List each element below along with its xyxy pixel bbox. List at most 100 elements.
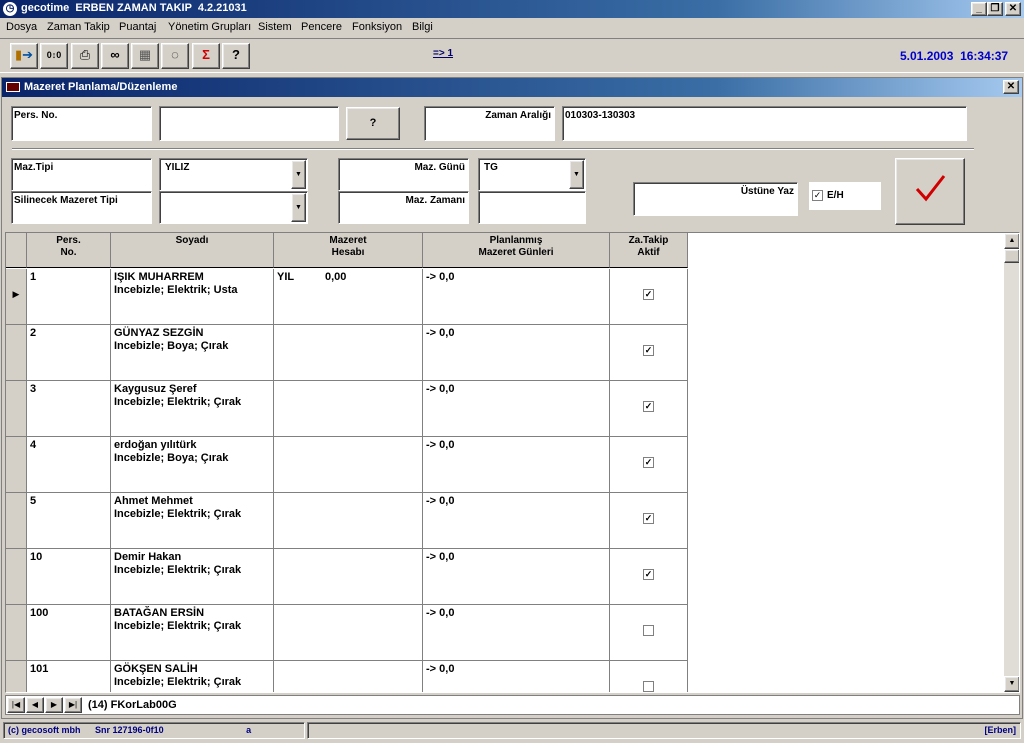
active-checkbox[interactable]: ✓ xyxy=(643,513,654,524)
col-mazeret-hesabi[interactable]: Mazeret Hesabı xyxy=(274,233,423,268)
pers-no-box[interactable]: Pers. No. xyxy=(11,106,152,141)
chat-bubble-icon[interactable]: ◌ xyxy=(161,43,189,69)
active-checkbox[interactable]: ✓ xyxy=(643,401,654,412)
close-button[interactable]: ✕ xyxy=(1005,2,1021,16)
table-row[interactable]: 101 GÖKŞEN SALİH Incebizle; Elektrik; Çıra… xyxy=(6,661,689,692)
compare-icon[interactable]: 0↕0 xyxy=(40,43,68,69)
cell-active: ✓ xyxy=(610,325,688,381)
cell-pers-no: 5 xyxy=(27,493,111,549)
table-row[interactable]: 3 Kaygusuz Şeref Incebizle; Elektrik; Çıra… xyxy=(6,381,689,437)
cell-planned: -> 0,0 xyxy=(423,549,610,605)
row-indicator[interactable] xyxy=(6,661,27,692)
table-row[interactable]: 100 BATAĞAN ERSİN Incebizle; Elektrik; Çır… xyxy=(6,605,689,661)
time: 16:34:37 xyxy=(960,49,1009,63)
cell-mazeret-hesabi xyxy=(274,325,423,381)
chevron-down-icon[interactable]: ▼ xyxy=(291,160,306,189)
checkmark-icon xyxy=(915,175,946,202)
table-row[interactable]: 4 erdoğan yılıtürk Incebizle; Boya; Çırak -… xyxy=(6,437,689,493)
restore-button[interactable]: ❐ xyxy=(987,2,1003,16)
row-indicator[interactable] xyxy=(6,549,27,605)
row-indicator[interactable] xyxy=(6,493,27,549)
chevron-down-icon[interactable]: ▼ xyxy=(569,160,584,189)
prev-record-icon[interactable]: ◀ xyxy=(26,697,44,713)
employee-detail: Incebizle; Boya; Çırak xyxy=(114,452,229,464)
minimize-button[interactable]: _ xyxy=(971,2,987,16)
col-za-takip-aktif[interactable]: Za.Takip Aktif xyxy=(610,233,688,268)
cell-pers-no: 4 xyxy=(27,437,111,493)
exit-icon[interactable]: ▮➔ xyxy=(10,43,38,69)
form-close-button[interactable]: ✕ xyxy=(1003,80,1019,94)
row-indicator[interactable] xyxy=(6,325,27,381)
printer-icon[interactable]: ⎙ xyxy=(71,43,99,69)
cell-soyadi: Ahmet Mehmet Incebizle; Elektrik; Çırak xyxy=(111,493,274,549)
help-icon[interactable]: ? xyxy=(222,43,250,69)
col-pers-no[interactable]: Pers. No. xyxy=(27,233,111,268)
active-checkbox[interactable]: ✓ xyxy=(643,569,654,580)
eh-checkbox-box[interactable]: ✓ E/H xyxy=(809,182,881,210)
table-row[interactable]: ▶ 1 IŞIK MUHARREM Incebizle; Elektrik; Usta… xyxy=(6,269,689,325)
zaman-araligi-label: Zaman Aralığı xyxy=(485,110,551,121)
grid-corner xyxy=(6,233,27,268)
cell-planned: -> 0,0 xyxy=(423,605,610,661)
silinecek-select[interactable]: ▼ xyxy=(159,191,308,224)
table-row[interactable]: 2 GÜNYAZ SEZGİN Incebizle; Boya; Çırak -> 0… xyxy=(6,325,689,381)
apply-button[interactable] xyxy=(895,158,965,225)
row-indicator[interactable] xyxy=(6,437,27,493)
mode-indicator: a xyxy=(246,725,252,735)
menu-puantaj[interactable]: Puantaj xyxy=(119,21,156,33)
table-row[interactable]: 5 Ahmet Mehmet Incebizle; Elektrik; Çırak -… xyxy=(6,493,689,549)
row-indicator[interactable]: ▶ xyxy=(6,269,27,325)
chevron-down-icon[interactable]: ▼ xyxy=(291,193,306,222)
eh-checkbox[interactable]: ✓ xyxy=(812,190,823,201)
cell-mazeret-hesabi: YIL 0,00 xyxy=(274,269,423,325)
vertical-scrollbar[interactable]: ▲ ▼ xyxy=(1004,233,1019,692)
silinecek-label: Silinecek Mazeret Tipi xyxy=(14,195,118,206)
active-checkbox[interactable] xyxy=(643,625,654,636)
scroll-down-icon[interactable]: ▼ xyxy=(1004,676,1019,692)
row-indicator[interactable] xyxy=(6,381,27,437)
employee-name: BATAĞAN ERSİN xyxy=(114,607,205,619)
maz-gunu-label-box: Maz. Günü xyxy=(338,158,469,191)
col-planlanmis[interactable]: Planlanmış Mazeret Günleri xyxy=(423,233,610,268)
menu-pencere[interactable]: Pencere xyxy=(301,21,342,33)
maz-tipi-select[interactable]: YILIZ ▼ xyxy=(159,158,308,191)
menu-dosya[interactable]: Dosya xyxy=(6,21,37,33)
col-soyadi[interactable]: Soyadı xyxy=(111,233,274,268)
cell-active: ✓ xyxy=(610,493,688,549)
chart-icon[interactable]: ▦ xyxy=(131,43,159,69)
lookup-button[interactable]: ? xyxy=(346,107,400,140)
active-checkbox[interactable] xyxy=(643,681,654,692)
scroll-up-icon[interactable]: ▲ xyxy=(1004,233,1019,249)
zaman-araligi-field[interactable]: 010303-130303 xyxy=(562,106,967,141)
binoculars-icon[interactable]: ∞ xyxy=(101,43,129,69)
cell-mazeret-hesabi xyxy=(274,549,423,605)
menu-zaman-takip[interactable]: Zaman Takip xyxy=(47,21,110,33)
menu-yonetim-gruplari[interactable]: Yönetim Grupları xyxy=(168,21,251,33)
menu-sistem[interactable]: Sistem xyxy=(258,21,292,33)
maz-gunu-select[interactable]: TG ▼ xyxy=(478,158,586,191)
scroll-thumb[interactable] xyxy=(1004,249,1019,263)
maz-zamani-field[interactable] xyxy=(478,191,586,224)
record-count-value: (14) xyxy=(88,699,108,711)
cell-mazeret-hesabi xyxy=(274,381,423,437)
last-record-icon[interactable]: ▶| xyxy=(64,697,82,713)
sigma-icon[interactable]: Σ xyxy=(192,43,220,69)
name-field[interactable] xyxy=(159,106,339,141)
active-checkbox[interactable]: ✓ xyxy=(643,457,654,468)
table-row[interactable]: 10 Demir Hakan Incebizle; Elektrik; Çırak -… xyxy=(6,549,689,605)
ustune-yaz-label: Üstüne Yaz xyxy=(740,186,794,197)
menu-fonksiyon[interactable]: Fonksiyon xyxy=(352,21,402,33)
active-checkbox[interactable]: ✓ xyxy=(643,289,654,300)
pers-no-label: Pers. No. xyxy=(14,110,58,121)
user-name: [Erben] xyxy=(984,725,1017,735)
next-record-icon[interactable]: ▶ xyxy=(45,697,63,713)
first-record-icon[interactable]: |◀ xyxy=(7,697,25,713)
ustune-yaz-box: Üstüne Yaz xyxy=(633,182,798,216)
menu-bilgi[interactable]: Bilgi xyxy=(412,21,433,33)
employee-detail: Incebizle; Elektrik; Çırak xyxy=(114,620,242,632)
row-indicator[interactable] xyxy=(6,605,27,661)
record-name: FKorLab00G xyxy=(110,699,177,711)
cell-planned: -> 0,0 xyxy=(423,437,610,493)
zaman-araligi-value: 010303-130303 xyxy=(565,110,636,121)
active-checkbox[interactable]: ✓ xyxy=(643,345,654,356)
